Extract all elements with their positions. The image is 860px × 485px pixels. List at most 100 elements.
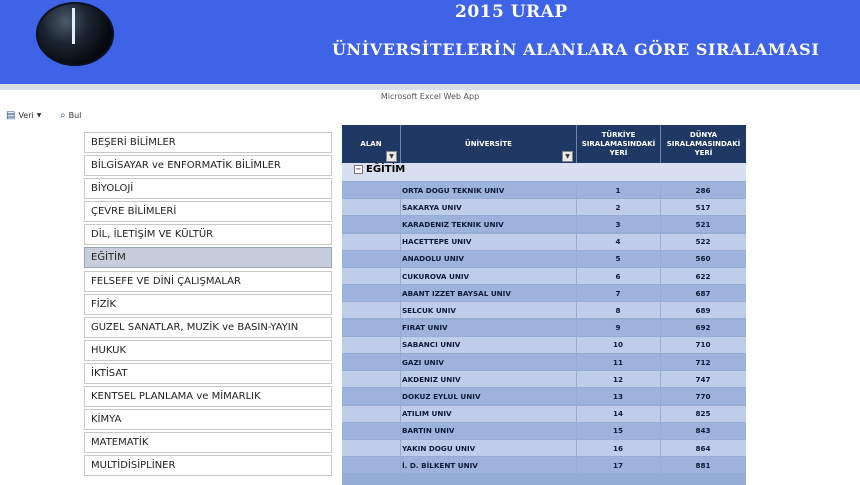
- turkey-rank-cell: 8: [615, 305, 621, 315]
- field-item[interactable]: HUKUK: [84, 339, 332, 361]
- banner-title: ÜNİVERSİTELERİN ALANLARA GÖRE SIRALAMASI: [332, 40, 820, 59]
- header-banner: 2015 URAP ÜNİVERSİTELERİN ALANLARA GÖRE …: [0, 0, 860, 84]
- field-item[interactable]: KENTSEL PLANLAMA ve MİMARLIK: [84, 386, 332, 408]
- banner-title-year: 2015 URAP: [455, 2, 568, 22]
- field-list: BEŞERİ BİLİMLER BİLGİSAYAR ve ENFORMATİK …: [84, 132, 334, 478]
- university-cell: KARADENIZ TEKNIK UNIV: [402, 219, 504, 229]
- find-label: Bul: [68, 111, 82, 120]
- world-rank-cell: 825: [695, 409, 711, 419]
- university-cell: ANADOLU UNIV: [402, 254, 464, 264]
- group-name: EĞİTİM: [366, 164, 406, 175]
- world-rank-cell: 770: [695, 391, 711, 401]
- turkey-rank-cell: 1: [615, 185, 621, 195]
- field-item[interactable]: BİYOLOJİ: [84, 178, 332, 200]
- university-cell: ABANT IZZET BAYSAL UNIV: [402, 288, 511, 298]
- turkey-rank-cell: 9: [615, 323, 621, 333]
- turkey-rank-cell: 15: [612, 426, 623, 436]
- group-label[interactable]: − EĞİTİM: [354, 164, 405, 175]
- header-dunya: DÜNYA SIRALAMASINDAKİ YERİ: [666, 130, 741, 157]
- world-rank-cell: 560: [695, 254, 711, 264]
- university-cell: FIRAT UNIV: [402, 323, 448, 333]
- field-item[interactable]: MATEMATİK: [84, 432, 332, 454]
- world-rank-cell: 747: [695, 374, 711, 384]
- world-rank-cell: 881: [695, 460, 711, 470]
- table-row: ATILIM UNIV 14 825: [342, 405, 746, 423]
- turkey-rank-cell: 14: [612, 409, 623, 419]
- field-item[interactable]: DİL, İLETİŞİM VE KÜLTÜR: [84, 224, 332, 246]
- university-cell: DOKUZ EYLUL UNIV: [402, 391, 481, 401]
- field-item[interactable]: İKTİSAT: [84, 362, 332, 384]
- world-rank-cell: 689: [695, 305, 711, 315]
- alan-filter-icon[interactable]: ▼: [386, 151, 397, 162]
- turkey-rank-cell: 3: [615, 219, 621, 229]
- turkey-rank-cell: 16: [612, 443, 623, 453]
- turkey-rank-cell: 5: [615, 254, 621, 264]
- field-item[interactable]: KİMYA: [84, 409, 332, 431]
- table-row: FIRAT UNIV 9 692: [342, 319, 746, 337]
- table-row: SELCUK UNIV 8 689: [342, 302, 746, 319]
- app-name: Microsoft Excel Web App: [380, 92, 480, 101]
- university-cell: SELCUK UNIV: [402, 305, 456, 315]
- world-rank-cell: 687: [695, 288, 711, 298]
- university-cell: AKDENIZ UNIV: [402, 374, 461, 384]
- world-rank-cell: 692: [695, 323, 711, 333]
- table-row: ORTA DOGU TEKNIK UNIV 1 286: [342, 182, 746, 199]
- header-universite: ÜNİVERSİTE: [465, 139, 512, 148]
- table-row: ABANT IZZET BAYSAL UNIV 7 687: [342, 285, 746, 302]
- university-cell: YAKIN DOGU UNIV: [402, 443, 476, 453]
- globe-logo-icon: [36, 2, 114, 66]
- field-item[interactable]: MULTİDİSİPLİNER: [84, 455, 332, 477]
- table-row: YAKIN DOGU UNIV 16 864: [342, 440, 746, 457]
- university-cell: HACETTEPE UNIV: [402, 237, 472, 247]
- table-row: KARADENIZ TEKNIK UNIV 3 521: [342, 216, 746, 233]
- collapse-icon[interactable]: −: [354, 165, 363, 174]
- university-cell: BARTIN UNIV: [402, 426, 455, 436]
- world-rank-cell: 622: [695, 271, 711, 281]
- turkey-rank-cell: 6: [615, 271, 621, 281]
- turkey-rank-cell: 11: [612, 357, 623, 367]
- table-header: ALAN ▼ ÜNİVERSİTE ▼ TÜRKİYE SIRALAMASIND…: [342, 125, 746, 163]
- find-button[interactable]: ⌕ Bul: [60, 110, 81, 121]
- table-row: SABANCI UNIV 10 710: [342, 336, 746, 354]
- university-cell: ORTA DOGU TEKNIK UNIV: [402, 185, 505, 195]
- field-item[interactable]: GUZEL SANATLAR, MUZİK ve BASIN-YAYIN: [84, 316, 332, 338]
- binoculars-icon: ⌕: [60, 110, 66, 121]
- turkey-rank-cell: 2: [615, 202, 621, 212]
- university-cell: GAZI UNIV: [402, 357, 444, 367]
- university-cell: SABANCI UNIV: [402, 340, 461, 350]
- university-cell: SAKARYA UNIV: [402, 202, 462, 212]
- world-rank-cell: 712: [695, 357, 711, 367]
- ranking-table: ALAN ▼ ÜNİVERSİTE ▼ TÜRKİYE SIRALAMASIND…: [342, 125, 746, 485]
- field-item[interactable]: FELSEFE VE DİNİ ÇALIŞMALAR: [84, 270, 332, 292]
- field-item[interactable]: FİZİK: [84, 293, 332, 315]
- divider-strip: [0, 84, 860, 90]
- world-rank-cell: 521: [695, 219, 711, 229]
- header-turkiye: TÜRKİYE SIRALAMASINDAKİ YERİ: [581, 130, 656, 157]
- turkey-rank-cell: 4: [615, 237, 621, 247]
- field-item[interactable]: BEŞERİ BİLİMLER: [84, 132, 332, 153]
- world-rank-cell: 843: [695, 426, 711, 436]
- chevron-down-icon: ▼: [36, 112, 42, 119]
- world-rank-cell: 864: [695, 443, 711, 453]
- table-row: AKDENIZ UNIV 12 747: [342, 371, 746, 388]
- world-rank-cell: 522: [695, 237, 711, 247]
- field-item[interactable]: EĞİTİM: [84, 247, 332, 269]
- turkey-rank-cell: 12: [612, 374, 623, 384]
- table-row: İ. D. BİLKENT UNIV 17 881: [342, 457, 746, 474]
- university-cell: CUKUROVA UNIV: [402, 271, 470, 281]
- table-row: DOKUZ EYLUL UNIV 13 770: [342, 388, 746, 405]
- table-row: CUKUROVA UNIV 6 622: [342, 268, 746, 285]
- data-menu-label: Veri: [18, 111, 34, 120]
- universite-filter-icon[interactable]: ▼: [562, 151, 573, 162]
- data-icon: ▤: [6, 110, 16, 121]
- turkey-rank-cell: 7: [615, 288, 621, 298]
- data-menu-button[interactable]: ▤ Veri ▼: [6, 110, 41, 121]
- world-rank-cell: 517: [695, 202, 711, 212]
- university-cell: İ. D. BİLKENT UNIV: [402, 460, 478, 470]
- field-item[interactable]: BİLGİSAYAR ve ENFORMATİK BİLİMLER: [84, 155, 332, 177]
- table-row: GAZI UNIV 11 712: [342, 354, 746, 371]
- table-row: HACETTEPE UNIV 4 522: [342, 233, 746, 251]
- field-item[interactable]: ÇEVRE BİLİMLERİ: [84, 201, 332, 223]
- table-row: BARTIN UNIV 15 843: [342, 422, 746, 440]
- turkey-rank-cell: 17: [612, 460, 623, 470]
